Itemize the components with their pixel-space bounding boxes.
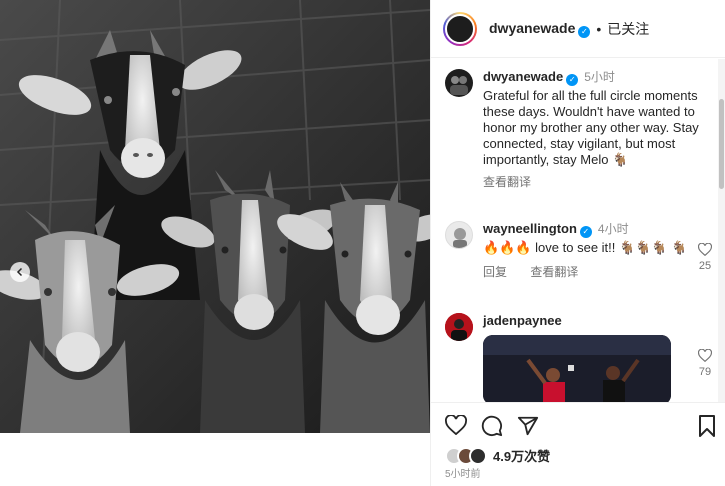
basketball-photo	[483, 335, 671, 402]
comment-body: jadenpaynee	[483, 313, 715, 402]
post-photo[interactable]	[0, 0, 430, 433]
comment-body: wayneellington ✓ 4小时 🔥🔥🔥 love to see it!! …	[483, 221, 715, 280]
comment-avatar[interactable]	[445, 221, 473, 249]
comment-username[interactable]: jadenpaynee	[483, 313, 562, 328]
comment-like: 79	[695, 349, 715, 378]
comment-like: 25	[695, 243, 715, 272]
caption-body: dwyanewade ✓ 5小时 Grateful for all the full…	[483, 69, 715, 190]
see-translation-link[interactable]: 查看翻译	[530, 265, 578, 279]
instagram-post-modal: dwyanewade ✓ • 已关注 dwyanewade ✓ 5小时 Gratefu…	[0, 0, 725, 486]
heart-icon[interactable]	[698, 349, 712, 362]
verified-badge-icon: ✓	[566, 74, 579, 86]
scrollbar-thumb[interactable]	[719, 99, 724, 189]
verified-badge-icon: ✓	[578, 25, 591, 38]
comment-username[interactable]: wayneellington	[483, 221, 577, 236]
bookmark-icon[interactable]	[698, 415, 716, 437]
page-background	[0, 433, 430, 486]
comments-list[interactable]: dwyanewade ✓ 5小时 Grateful for all the full…	[431, 59, 719, 402]
comment-like-count: 25	[698, 260, 712, 272]
comment-item: jadenpaynee 79	[445, 313, 715, 402]
action-icons	[445, 415, 539, 437]
avatar-image	[450, 76, 468, 95]
post-timestamp[interactable]: 5小时前	[445, 465, 481, 480]
caption-avatar[interactable]	[445, 69, 473, 97]
likes-count[interactable]: 4.9万次赞	[493, 446, 550, 465]
comment-actions: 回复 查看翻译	[483, 264, 715, 280]
likes-summary[interactable]: 4.9万次赞	[445, 446, 550, 465]
comment-item: wayneellington ✓ 4小时 🔥🔥🔥 love to see it!! …	[445, 221, 715, 280]
follow-status-button[interactable]: 已关注	[607, 19, 649, 39]
avatar-image	[445, 313, 473, 341]
avatar-image	[453, 228, 467, 248]
see-translation-link[interactable]: 查看翻译	[483, 174, 531, 190]
liker-avatar	[469, 446, 487, 465]
caption-entry: dwyanewade ✓ 5小时 Grateful for all the full…	[445, 69, 715, 190]
post-actions-bar: 4.9万次赞 5小时前	[431, 402, 725, 486]
carousel-prev-button[interactable]	[10, 262, 30, 282]
reply-button[interactable]: 回复	[483, 265, 507, 279]
post-header: dwyanewade ✓ • 已关注	[431, 0, 725, 58]
goats-photo	[0, 0, 430, 433]
caption-text: Grateful for all the full circle moments…	[483, 88, 699, 167]
caption-username[interactable]: dwyanewade	[483, 69, 563, 84]
avatar-image	[445, 13, 475, 44]
comment-media-image[interactable]	[483, 335, 671, 402]
comment-time[interactable]: 4小时	[598, 222, 629, 236]
comment-icon[interactable]	[481, 415, 503, 437]
comment-avatar[interactable]	[445, 313, 473, 341]
verified-badge-icon: ✓	[579, 226, 592, 238]
comment-like-count: 79	[698, 366, 712, 378]
heart-icon[interactable]	[698, 243, 712, 256]
comments-scrollbar[interactable]	[718, 59, 725, 402]
author-avatar[interactable]	[443, 11, 477, 46]
author-username-text[interactable]: dwyanewade	[489, 20, 575, 36]
author-username[interactable]: dwyanewade ✓	[489, 20, 591, 38]
caption-time[interactable]: 5小时	[584, 70, 615, 84]
heart-icon[interactable]	[445, 415, 467, 435]
chevron-left-icon	[16, 267, 23, 277]
share-icon[interactable]	[517, 415, 539, 437]
post-side-panel: dwyanewade ✓ • 已关注 dwyanewade ✓ 5小时 Gratefu…	[430, 0, 725, 486]
comment-text: 🔥🔥🔥 love to see it!! 🐐🐐🐐 🐐	[483, 240, 688, 255]
separator-dot: •	[596, 20, 602, 37]
